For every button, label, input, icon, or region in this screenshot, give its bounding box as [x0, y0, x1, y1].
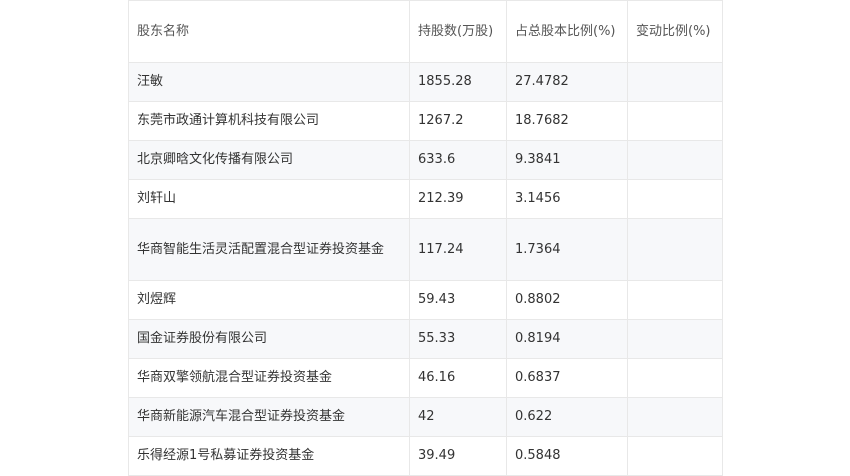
- header-shares: 持股数(万股): [409, 0, 507, 63]
- cell-name: 东莞市政通计算机科技有限公司: [128, 101, 410, 141]
- table-row: 乐得经源1号私募证券投资基金 39.49 0.5848: [128, 436, 723, 476]
- cell-shares: 55.33: [409, 319, 507, 359]
- cell-shares: 117.24: [409, 218, 507, 281]
- table-row: 东莞市政通计算机科技有限公司 1267.2 18.7682: [128, 101, 723, 141]
- shareholder-table: 股东名称 持股数(万股) 占总股本比例(%) 变动比例(%) 汪敏 1855.2…: [128, 0, 723, 476]
- cell-change: [627, 436, 723, 476]
- cell-change: [627, 358, 723, 398]
- cell-change: [627, 280, 723, 320]
- cell-name: 华商双擎领航混合型证券投资基金: [128, 358, 410, 398]
- table-row: 华商智能生活灵活配置混合型证券投资基金 117.24 1.7364: [128, 218, 723, 281]
- table-header-row: 股东名称 持股数(万股) 占总股本比例(%) 变动比例(%): [128, 0, 723, 63]
- table-row: 北京卿晗文化传播有限公司 633.6 9.3841: [128, 140, 723, 180]
- cell-ratio: 0.5848: [506, 436, 628, 476]
- cell-change: [627, 101, 723, 141]
- cell-shares: 212.39: [409, 179, 507, 219]
- cell-ratio: 9.3841: [506, 140, 628, 180]
- table-row: 汪敏 1855.28 27.4782: [128, 62, 723, 102]
- cell-ratio: 18.7682: [506, 101, 628, 141]
- cell-shares: 46.16: [409, 358, 507, 398]
- cell-ratio: 3.1456: [506, 179, 628, 219]
- cell-name: 国金证券股份有限公司: [128, 319, 410, 359]
- shareholder-table-container: 股东名称 持股数(万股) 占总股本比例(%) 变动比例(%) 汪敏 1855.2…: [128, 0, 723, 476]
- cell-name: 汪敏: [128, 62, 410, 102]
- header-shareholder-name: 股东名称: [128, 0, 410, 63]
- cell-shares: 1267.2: [409, 101, 507, 141]
- cell-name: 北京卿晗文化传播有限公司: [128, 140, 410, 180]
- cell-change: [627, 397, 723, 437]
- cell-ratio: 0.8802: [506, 280, 628, 320]
- cell-ratio: 0.8194: [506, 319, 628, 359]
- cell-name: 刘煜辉: [128, 280, 410, 320]
- table-row: 刘轩山 212.39 3.1456: [128, 179, 723, 219]
- header-ratio: 占总股本比例(%): [506, 0, 628, 63]
- cell-shares: 633.6: [409, 140, 507, 180]
- cell-shares: 1855.28: [409, 62, 507, 102]
- cell-name: 乐得经源1号私募证券投资基金: [128, 436, 410, 476]
- cell-change: [627, 179, 723, 219]
- cell-name: 刘轩山: [128, 179, 410, 219]
- table-row: 华商新能源汽车混合型证券投资基金 42 0.622: [128, 397, 723, 437]
- table-row: 国金证券股份有限公司 55.33 0.8194: [128, 319, 723, 359]
- cell-shares: 59.43: [409, 280, 507, 320]
- cell-change: [627, 62, 723, 102]
- cell-change: [627, 218, 723, 281]
- header-change-ratio: 变动比例(%): [627, 0, 723, 63]
- cell-ratio: 1.7364: [506, 218, 628, 281]
- cell-change: [627, 319, 723, 359]
- cell-ratio: 0.6837: [506, 358, 628, 398]
- cell-shares: 42: [409, 397, 507, 437]
- table-row: 刘煜辉 59.43 0.8802: [128, 280, 723, 320]
- cell-ratio: 27.4782: [506, 62, 628, 102]
- cell-ratio: 0.622: [506, 397, 628, 437]
- cell-shares: 39.49: [409, 436, 507, 476]
- cell-change: [627, 140, 723, 180]
- cell-name: 华商智能生活灵活配置混合型证券投资基金: [128, 218, 410, 281]
- cell-name: 华商新能源汽车混合型证券投资基金: [128, 397, 410, 437]
- table-row: 华商双擎领航混合型证券投资基金 46.16 0.6837: [128, 358, 723, 398]
